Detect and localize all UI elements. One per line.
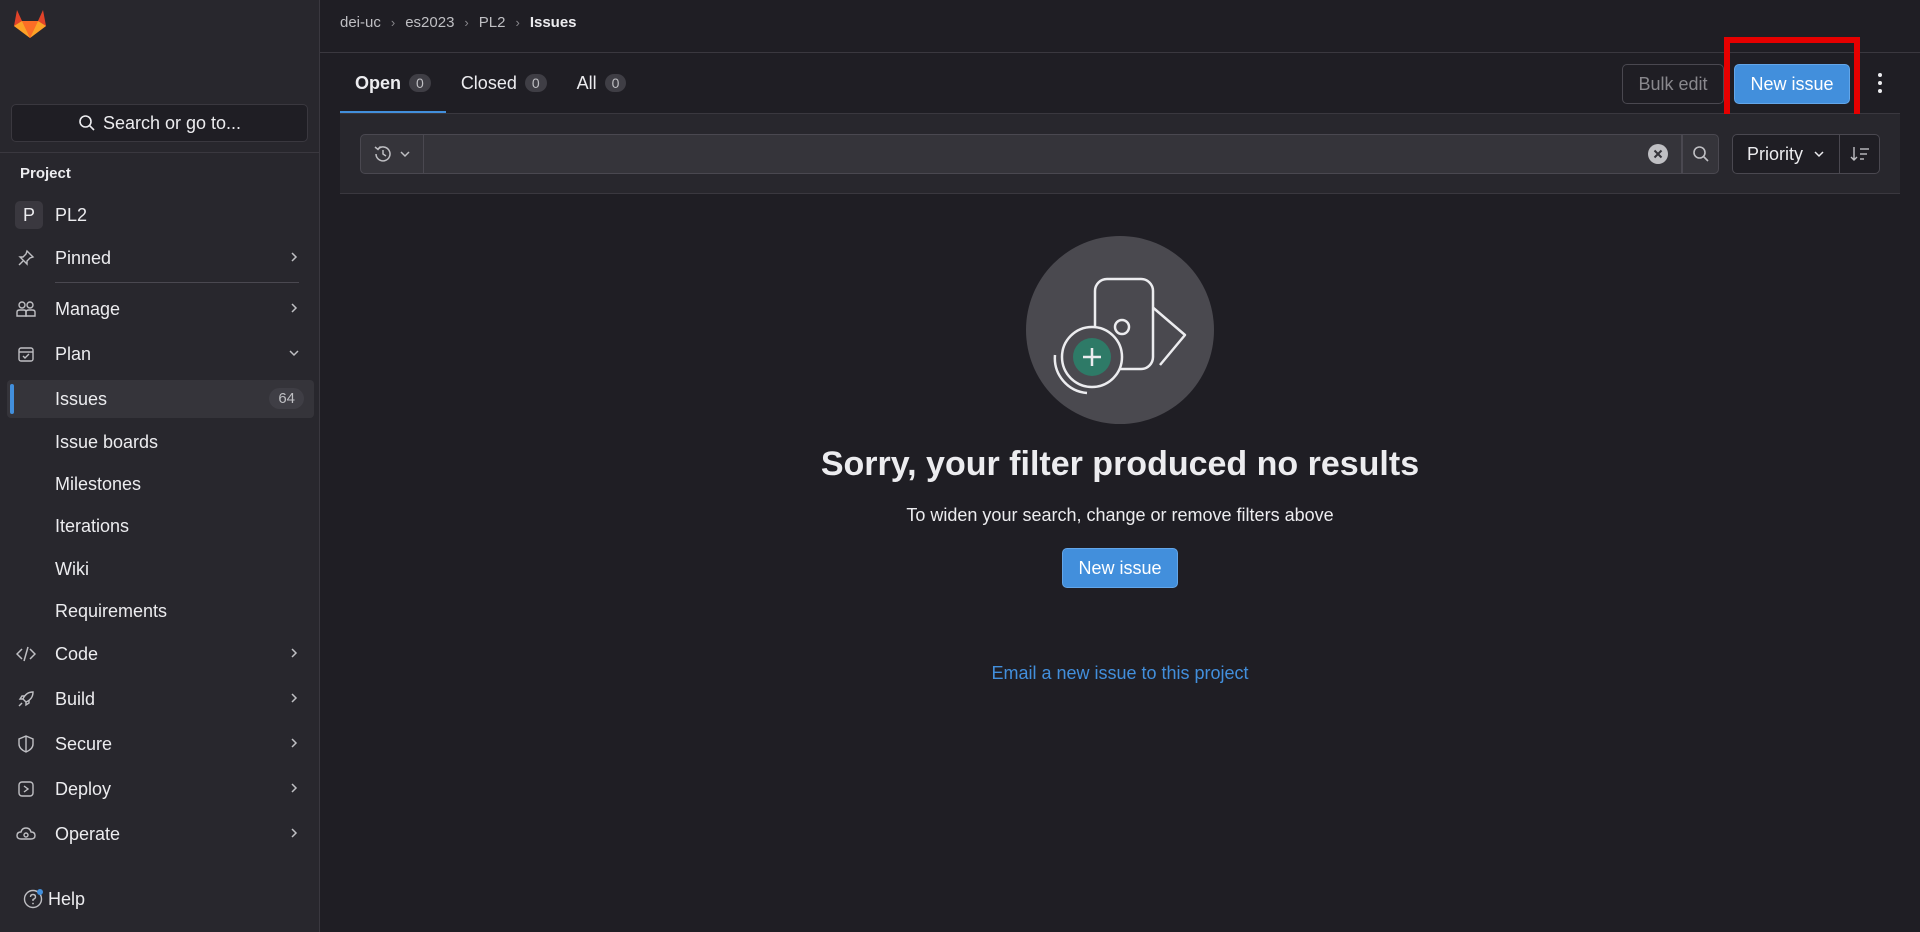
sort-descending-icon (1850, 145, 1870, 163)
tab-closed[interactable]: Closed 0 (446, 53, 562, 113)
active-indicator (10, 384, 14, 414)
breadcrumb-item[interactable]: es2023 (405, 14, 454, 31)
tab-label: Open (355, 72, 402, 93)
sidebar-item-label: Code (55, 643, 99, 664)
code-icon (15, 643, 37, 665)
empty-state-new-issue-button[interactable]: New issue (1062, 548, 1178, 588)
chevron-down-icon (287, 346, 301, 360)
sidebar-item-label: Secure (55, 733, 113, 754)
sidebar-item-requirements[interactable]: Requirements (55, 593, 167, 629)
issues-count-badge: 64 (269, 388, 304, 409)
empty-state-title: Sorry, your filter produced no results (820, 445, 1420, 483)
gitlab-logo-icon[interactable] (13, 7, 47, 39)
sidebar-item-deploy[interactable]: Deploy (15, 771, 305, 807)
sidebar-item-pinned[interactable]: Pinned (15, 240, 305, 276)
tab-count-badge: 0 (524, 74, 547, 92)
breadcrumb-item[interactable]: dei-uc (340, 14, 381, 31)
sidebar-item-manage[interactable]: Manage (15, 291, 305, 327)
sidebar-item-label: Pinned (55, 247, 112, 268)
chevron-right-icon (287, 736, 301, 750)
sort-direction-button[interactable] (1840, 134, 1880, 174)
search-icon (78, 114, 96, 132)
sidebar: Search or go to... Project P PL2 Pinned … (0, 0, 320, 932)
sidebar-item-label: Operate (55, 823, 121, 844)
shield-icon (15, 733, 37, 755)
history-icon (373, 144, 393, 164)
breadcrumb-item[interactable]: PL2 (479, 14, 506, 31)
cloud-icon (15, 823, 37, 845)
chevron-right-icon (287, 691, 301, 705)
sidebar-item-operate[interactable]: Operate (15, 816, 305, 852)
sort-label: Priority (1746, 143, 1803, 164)
clear-icon[interactable] (1647, 143, 1669, 165)
project-link[interactable]: P PL2 (15, 201, 87, 229)
chevron-right-icon (287, 826, 301, 840)
sidebar-item-label: Build (55, 688, 96, 709)
sidebar-item-milestones[interactable]: Milestones (55, 466, 141, 502)
sidebar-item-code[interactable]: Code (15, 636, 305, 672)
chevron-right-icon (287, 646, 301, 660)
calendar-icon (15, 343, 37, 365)
bulk-edit-button[interactable]: Bulk edit (1622, 64, 1724, 104)
search-label: Search or go to... (102, 112, 242, 133)
chevron-right-icon (287, 301, 301, 315)
sidebar-item-issue-boards[interactable]: Issue boards (55, 424, 158, 460)
email-new-issue-link[interactable]: Email a new issue to this project (620, 663, 1620, 684)
pin-icon (15, 247, 37, 269)
help-button[interactable]: Help (22, 888, 85, 910)
breadcrumb-separator-icon: › (464, 15, 469, 30)
tab-open[interactable]: Open 0 (340, 53, 446, 113)
section-label-project: Project (20, 165, 71, 182)
sidebar-item-label: Issues (55, 389, 108, 409)
sidebar-item-plan[interactable]: Plan (15, 336, 305, 372)
pinned-divider (55, 282, 299, 283)
deploy-icon (15, 778, 37, 800)
search-or-go-to-button[interactable]: Search or go to... (11, 104, 308, 142)
sidebar-item-issues[interactable]: Issues 64 (7, 380, 314, 418)
rocket-icon (15, 688, 37, 710)
sidebar-item-label: Manage (55, 298, 121, 319)
tab-count-badge: 0 (604, 74, 627, 92)
tab-label: Closed (460, 72, 517, 93)
sidebar-item-build[interactable]: Build (15, 681, 305, 717)
search-submit-button[interactable] (1682, 134, 1719, 174)
filter-search-input[interactable] (424, 134, 1682, 174)
empty-state-description: To widen your search, change or remove f… (906, 505, 1334, 525)
tab-label: All (576, 72, 597, 93)
empty-state-illustration (1025, 235, 1215, 425)
tab-all[interactable]: All 0 (562, 53, 642, 113)
sidebar-item-label: Deploy (55, 778, 112, 799)
sort-by-dropdown[interactable]: Priority (1732, 134, 1840, 174)
sidebar-item-iterations[interactable]: Iterations (55, 508, 129, 544)
chevron-right-icon (287, 781, 301, 795)
breadcrumb-separator-icon: › (515, 15, 520, 30)
chevron-right-icon (287, 250, 301, 264)
search-icon (1692, 145, 1710, 163)
breadcrumb-current[interactable]: Issues (530, 14, 577, 31)
highlight-annotation (1724, 37, 1860, 124)
users-icon (15, 298, 37, 320)
recent-searches-button[interactable] (360, 134, 424, 174)
chevron-down-icon (399, 148, 411, 160)
breadcrumb-separator-icon: › (390, 15, 396, 30)
tab-count-badge: 0 (409, 74, 431, 92)
issue-state-tabs: Open 0 Closed 0 All 0 (340, 53, 641, 113)
sidebar-item-wiki[interactable]: Wiki (55, 551, 89, 587)
breadcrumb: dei-uc › es2023 › PL2 › Issues (340, 14, 577, 31)
help-label: Help (48, 888, 86, 909)
project-name: PL2 (55, 204, 88, 225)
sidebar-item-secure[interactable]: Secure (15, 726, 305, 762)
chevron-down-icon (1813, 148, 1825, 160)
divider (0, 152, 320, 153)
help-icon (22, 888, 44, 910)
more-actions-icon[interactable] (1871, 71, 1889, 95)
sidebar-item-label: Plan (55, 343, 92, 364)
project-avatar: P (15, 201, 43, 229)
